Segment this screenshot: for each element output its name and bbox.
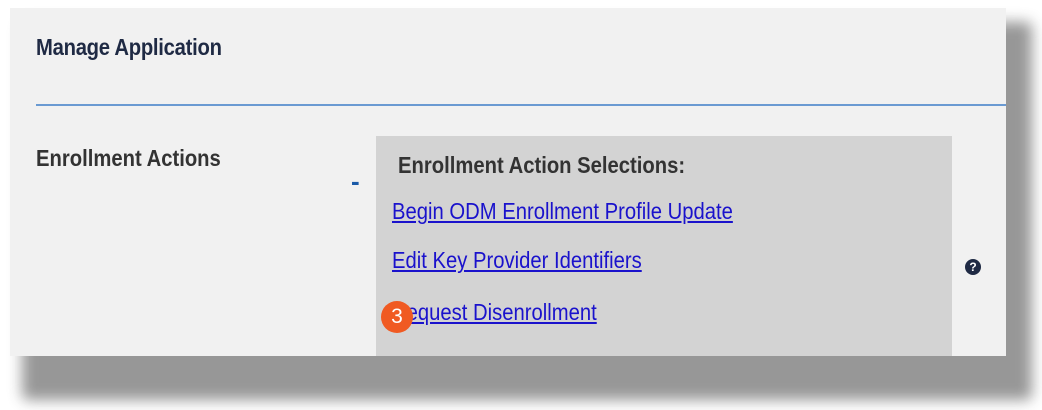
- collapse-toggle[interactable]: -: [351, 166, 360, 197]
- enrollment-actions-label: Enrollment Actions: [36, 145, 221, 171]
- step-number-badge: 3: [381, 301, 413, 333]
- page-title: Manage Application: [36, 34, 222, 60]
- selections-heading: Enrollment Action Selections:: [398, 152, 686, 178]
- screenshot-stage: Manage Application Enrollment Actions - …: [0, 0, 1042, 410]
- edit-key-provider-identifiers-link[interactable]: Edit Key Provider Identifiers: [392, 247, 642, 274]
- request-disenrollment-link[interactable]: Request Disenrollment: [392, 299, 597, 326]
- question-circle-icon[interactable]: ?: [965, 259, 981, 275]
- card-header: Manage Application: [10, 8, 1006, 105]
- header-divider: [36, 104, 1006, 106]
- manage-application-card: Manage Application Enrollment Actions - …: [10, 8, 1006, 356]
- enrollment-action-selections-panel: Enrollment Action Selections: Begin ODM …: [376, 136, 952, 356]
- begin-odm-enrollment-profile-update-link[interactable]: Begin ODM Enrollment Profile Update: [392, 198, 733, 225]
